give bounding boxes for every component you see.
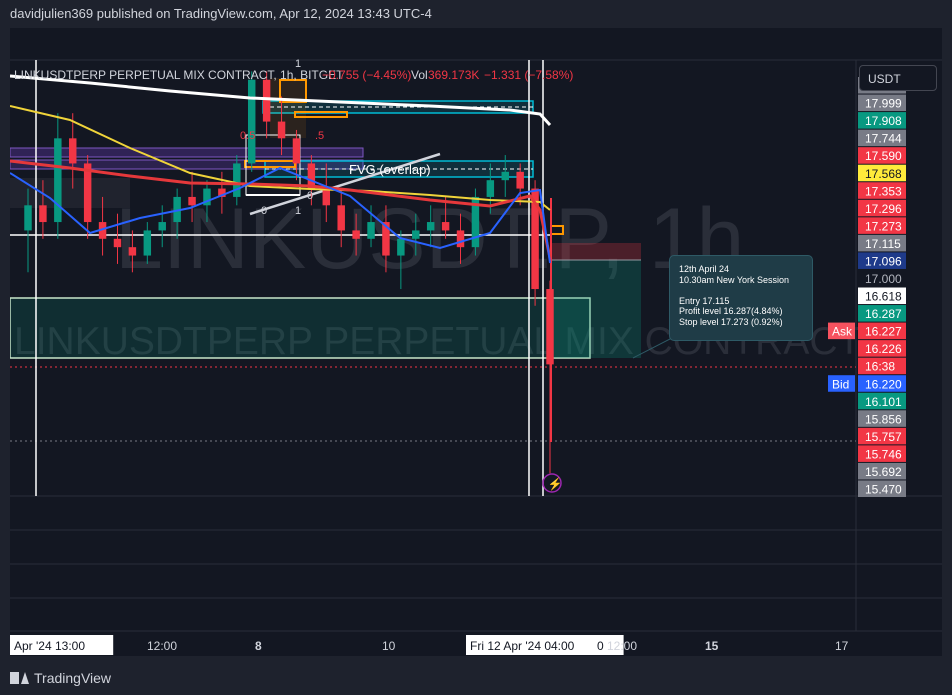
- fib-label: .5: [315, 130, 324, 142]
- price-label: 17.744: [865, 132, 902, 146]
- candle-body: [113, 238, 122, 248]
- price-label: 16.101: [865, 395, 902, 409]
- fib-zone: [270, 78, 306, 138]
- candle-body: [426, 222, 435, 231]
- candle-body: [546, 289, 554, 365]
- time-label: 17: [835, 639, 849, 653]
- fib-label: 0: [307, 190, 313, 202]
- legend-vol-change: −1.331 (−7.58%): [484, 68, 573, 82]
- candle-body: [367, 222, 375, 239]
- price-label: 15.692: [865, 465, 902, 479]
- chart-pane[interactable]: LINKUSDT.P, 1h LINKUSDTPERP PERPETUAL MIX…: [10, 28, 942, 656]
- price-label: 16.618: [865, 290, 902, 304]
- price-label: 17.999: [865, 97, 902, 111]
- price-label: 16:38: [865, 360, 895, 374]
- price-label: 17.000: [865, 272, 902, 286]
- time-label: 15: [705, 639, 719, 653]
- fib-label: 0.5: [240, 130, 255, 142]
- candle-body: [69, 138, 77, 164]
- price-label: 16.226: [865, 342, 902, 356]
- fib-label: 0: [261, 205, 267, 217]
- price-label: 16.227: [865, 325, 902, 339]
- candle-body: [292, 138, 301, 164]
- price-label: 17.273: [865, 219, 902, 233]
- candle-body: [262, 79, 271, 122]
- price-label: 17.096: [865, 254, 902, 268]
- price-label: 16.220: [865, 377, 902, 391]
- price-label: 15.746: [865, 447, 902, 461]
- fvg-label: FVG (overlap): [349, 162, 431, 177]
- info-line: Profit level 16.287(4.84%): [679, 306, 783, 316]
- take-profit-zone: [550, 260, 641, 358]
- price-label: 17.296: [865, 202, 902, 216]
- candle-body: [352, 230, 360, 239]
- demand-zone-box: [10, 297, 591, 359]
- price-label: 15.856: [865, 412, 902, 426]
- candle-body: [322, 188, 331, 206]
- candle-body: [188, 196, 196, 206]
- ask-tag: Ask: [832, 325, 853, 339]
- price-label: 17.908: [865, 114, 902, 128]
- candle-body: [83, 163, 92, 223]
- watermark-symbol: LINKUSDT.P, 1h: [115, 191, 744, 287]
- tradingview-logo-icon: [10, 672, 29, 684]
- candle-body: [54, 138, 62, 223]
- candle-body: [158, 222, 166, 231]
- price-label: 17.590: [865, 149, 902, 163]
- publisher-line: davidjulien369 published on TradingView.…: [10, 6, 432, 21]
- price-label: 16.287: [865, 307, 902, 321]
- info-line: [679, 285, 803, 296]
- candle-body: [441, 222, 450, 231]
- candle-body: [39, 205, 47, 223]
- info-line: Stop level 17.273 (0.92%): [679, 316, 783, 327]
- time-label: 12:00: [607, 639, 637, 653]
- time-label: Apr '24 13:00: [14, 639, 85, 653]
- trade-info-box: 12th April 24 10.30am New York Session E…: [669, 255, 813, 341]
- info-line: 12th April 24: [679, 264, 730, 274]
- purple-box: [10, 147, 364, 158]
- info-line: 10.30am New York Session: [679, 274, 790, 285]
- legend-vol-value: 369.173K: [428, 68, 479, 82]
- footer: [0, 660, 952, 695]
- candle-body: [247, 79, 256, 164]
- candle-body: [397, 238, 405, 256]
- price-label: 17.353: [865, 184, 902, 198]
- fib-label: 1: [295, 205, 301, 217]
- candle-body: [516, 171, 524, 189]
- time-label: 8: [255, 639, 262, 653]
- legend-vol-label: Vol: [411, 68, 428, 82]
- lightning-icon-glyph: ⚡: [548, 477, 563, 491]
- time-label: 0: [597, 639, 604, 653]
- price-label: 15.757: [865, 430, 902, 444]
- stop-loss-zone: [550, 243, 641, 260]
- candle-body: [128, 247, 137, 256]
- price-chart[interactable]: LINKUSDT.P, 1h LINKUSDTPERP PERPETUAL MIX…: [10, 28, 942, 656]
- candle-body: [24, 205, 32, 231]
- currency-button[interactable]: USDT: [859, 65, 937, 91]
- legend-symbol: LINKUSDTPERP PERPETUAL MIX CONTRACT, 1h,…: [14, 68, 344, 82]
- candle-body: [501, 171, 509, 181]
- candle-body: [337, 205, 345, 231]
- top-pane: [10, 28, 942, 68]
- bid-tag: Bid: [832, 377, 849, 391]
- candle-body: [412, 230, 420, 239]
- candle-body: [277, 121, 286, 139]
- time-label: 12:00: [147, 639, 177, 653]
- candle-body: [143, 230, 152, 256]
- info-line: Entry 17.115: [679, 295, 730, 306]
- candle-body: [486, 180, 495, 197]
- fib-label: 1: [295, 58, 301, 70]
- candle-body: [233, 163, 241, 197]
- price-label: 15.470: [865, 483, 902, 497]
- candle-body: [456, 230, 465, 248]
- price-label: 17.115: [865, 237, 901, 251]
- time-label: 10: [382, 639, 396, 653]
- price-label: 17.568: [865, 167, 902, 181]
- time-label: Fri 12 Apr '24 04:00: [470, 639, 575, 653]
- tradingview-logo[interactable]: TradingView: [10, 670, 111, 686]
- brand-label: TradingView: [34, 670, 112, 686]
- legend-change: −0.755 (−4.45%): [322, 68, 411, 82]
